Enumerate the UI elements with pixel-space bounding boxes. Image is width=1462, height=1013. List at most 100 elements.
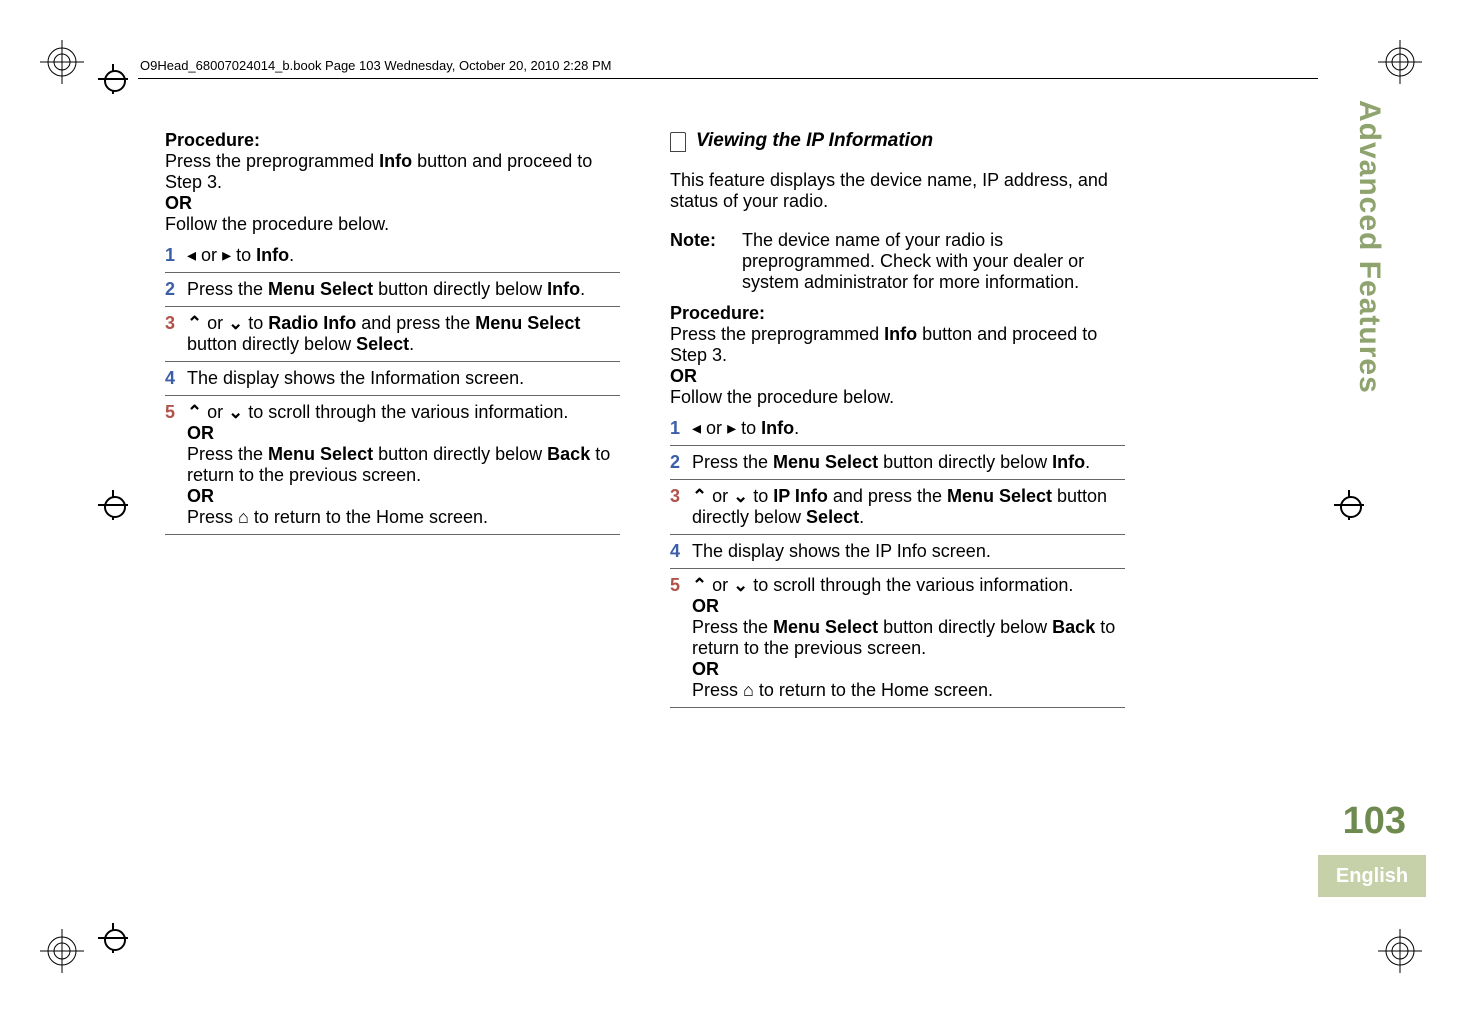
text: or bbox=[701, 418, 727, 438]
step-1: 1 or to Info. bbox=[670, 418, 1125, 446]
procedure-alt: Follow the procedure below. bbox=[165, 214, 389, 234]
text: to return to the Home screen. bbox=[249, 507, 488, 527]
text: to scroll through the various informatio… bbox=[243, 402, 568, 422]
menu-radio-info: Radio Info bbox=[268, 313, 356, 333]
text: and press the bbox=[356, 313, 475, 333]
note-label: Note: bbox=[670, 230, 724, 293]
or-label: OR bbox=[165, 193, 192, 213]
section-heading: Viewing the IP Information bbox=[670, 130, 1125, 152]
or-label: OR bbox=[187, 423, 214, 443]
right-arrow-icon bbox=[727, 418, 736, 438]
procedure-label: Procedure: bbox=[165, 130, 260, 150]
menu-info: Info bbox=[1052, 452, 1085, 472]
step-3: 3 or to IP Info and press the Menu Selec… bbox=[670, 486, 1125, 535]
text: button directly below bbox=[187, 334, 356, 354]
step-text: The display shows the Information screen… bbox=[187, 368, 612, 389]
procedure-label: Procedure: bbox=[670, 303, 765, 323]
right-column: Viewing the IP Information This feature … bbox=[670, 130, 1125, 850]
text: Press the bbox=[692, 452, 773, 472]
text: Press bbox=[692, 680, 743, 700]
page-number: 103 bbox=[1334, 800, 1406, 843]
menu-back: Back bbox=[547, 444, 590, 464]
menu-select-ref: Menu Select bbox=[268, 279, 373, 299]
procedure-steps: 1 or to Info. 2 Press the Menu Select bu… bbox=[165, 245, 620, 535]
menu-back: Back bbox=[1052, 617, 1095, 637]
text: button directly below bbox=[878, 452, 1052, 472]
step-2: 2 Press the Menu Select button directly … bbox=[670, 452, 1125, 480]
text: Press the bbox=[692, 617, 773, 637]
heading-text: Viewing the IP Information bbox=[696, 130, 933, 152]
text: . bbox=[580, 279, 585, 299]
text: and press the bbox=[828, 486, 947, 506]
registration-mark-icon bbox=[1378, 40, 1422, 84]
menu-info: Info bbox=[761, 418, 794, 438]
text: to scroll through the various informatio… bbox=[748, 575, 1073, 595]
text: button directly below bbox=[373, 444, 547, 464]
menu-select-ref: Menu Select bbox=[947, 486, 1052, 506]
step-4: 4The display shows the Information scree… bbox=[165, 368, 620, 396]
down-arrow-icon bbox=[228, 402, 243, 422]
info-button-ref: Info bbox=[379, 151, 412, 171]
left-column: Procedure: Press the preprogrammed Info … bbox=[165, 130, 620, 850]
text: button directly below bbox=[373, 279, 547, 299]
section-title-vertical: Advanced Features bbox=[1352, 100, 1386, 420]
step-2: 2 Press the Menu Select button directly … bbox=[165, 279, 620, 307]
language-badge: English bbox=[1318, 855, 1426, 897]
left-arrow-icon bbox=[187, 245, 196, 265]
menu-info: Info bbox=[256, 245, 289, 265]
procedure-block: Procedure: Press the preprogrammed Info … bbox=[165, 130, 620, 235]
text: Press the bbox=[187, 279, 268, 299]
text: . bbox=[859, 507, 864, 527]
text: Press the bbox=[187, 444, 268, 464]
text: or bbox=[707, 486, 733, 506]
registration-mark-icon bbox=[40, 40, 84, 84]
down-arrow-icon bbox=[733, 575, 748, 595]
cut-line bbox=[138, 78, 1318, 79]
text: to bbox=[231, 245, 256, 265]
intro-text: This feature displays the device name, I… bbox=[670, 170, 1125, 212]
text: or bbox=[202, 313, 228, 333]
text: button directly below bbox=[878, 617, 1052, 637]
book-header: O9Head_68007024014_b.book Page 103 Wedne… bbox=[140, 58, 612, 73]
text: or bbox=[196, 245, 222, 265]
step-5: 5 or to scroll through the various infor… bbox=[165, 402, 620, 535]
menu-info: Info bbox=[547, 279, 580, 299]
up-arrow-icon bbox=[692, 575, 707, 595]
text: Press the preprogrammed bbox=[670, 324, 884, 344]
home-icon: ⌂ bbox=[238, 507, 249, 527]
right-arrow-icon bbox=[222, 245, 231, 265]
info-button-ref: Info bbox=[884, 324, 917, 344]
crosshair-icon bbox=[98, 64, 128, 94]
page-icon bbox=[670, 132, 686, 152]
up-arrow-icon bbox=[187, 402, 202, 422]
text: or bbox=[707, 575, 733, 595]
text: to return to the Home screen. bbox=[754, 680, 993, 700]
step-1: 1 or to Info. bbox=[165, 245, 620, 273]
or-label: OR bbox=[692, 596, 719, 616]
crosshair-icon bbox=[98, 923, 128, 953]
text: . bbox=[794, 418, 799, 438]
menu-select-ref: Menu Select bbox=[773, 452, 878, 472]
text: or bbox=[202, 402, 228, 422]
procedure-text: Press the preprogrammed Info button and … bbox=[670, 324, 1097, 365]
step-5: 5 or to scroll through the various infor… bbox=[670, 575, 1125, 708]
text: to bbox=[748, 486, 773, 506]
note-body: The device name of your radio is preprog… bbox=[742, 230, 1112, 293]
text: . bbox=[1085, 452, 1090, 472]
text: to bbox=[243, 313, 268, 333]
up-arrow-icon bbox=[187, 313, 202, 333]
text: . bbox=[289, 245, 294, 265]
procedure-alt: Follow the procedure below. bbox=[670, 387, 894, 407]
menu-select-ref: Menu Select bbox=[268, 444, 373, 464]
registration-mark-icon bbox=[1378, 929, 1422, 973]
left-arrow-icon bbox=[692, 418, 701, 438]
registration-mark-icon bbox=[40, 929, 84, 973]
procedure-block: Procedure: Press the preprogrammed Info … bbox=[670, 303, 1125, 408]
page-content: Procedure: Press the preprogrammed Info … bbox=[165, 130, 1125, 850]
procedure-text: Press the preprogrammed Info button and … bbox=[165, 151, 592, 192]
menu-ip-info: IP Info bbox=[773, 486, 828, 506]
down-arrow-icon bbox=[733, 486, 748, 506]
or-label: OR bbox=[187, 486, 214, 506]
text: to bbox=[736, 418, 761, 438]
menu-select: Select bbox=[356, 334, 409, 354]
